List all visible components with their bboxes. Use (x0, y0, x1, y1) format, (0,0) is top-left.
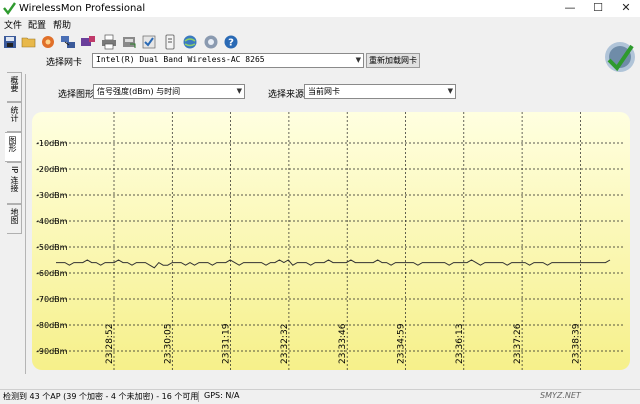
graph-type-select[interactable]: 信号强度(dBm) 与时间 ▼ (93, 84, 245, 99)
x-tick-label: 23:28:52 (105, 324, 115, 364)
minimize-button[interactable]: — (556, 0, 584, 17)
open-folder-icon[interactable] (21, 34, 37, 50)
watermark: SMYZ.NET (540, 391, 581, 400)
graph-source-label: 选择来源 (268, 90, 305, 100)
adapter-select-value: Intel(R) Dual Band Wireless-AC 8265 (96, 55, 265, 64)
y-tick-label: -30dBm (36, 191, 68, 200)
graph-type-label: 选择图形 (58, 90, 95, 100)
menu-file[interactable]: 文件 (4, 18, 22, 31)
app-icon (3, 2, 16, 15)
chevron-down-icon: ▼ (447, 87, 453, 95)
y-tick-label: -90dBm (36, 347, 68, 356)
status-gps: GPS: N/A (204, 391, 240, 400)
y-tick-label: -80dBm (36, 321, 68, 330)
x-tick-label: 23:34:59 (397, 323, 407, 364)
maximize-button[interactable]: ☐ (584, 0, 612, 17)
menu-bar: 文件 配置 帮助 (0, 17, 640, 31)
adapter-label: 选择网卡 (46, 58, 83, 68)
tab-statistics[interactable]: 统计 (7, 102, 22, 132)
graph-panel: 选择图形 信号强度(dBm) 与时间 ▼ 选择来源 当前网卡 ▼ -10dBm -… (25, 74, 640, 374)
title-bar: WirelessMon Professional — ☐ ✕ (0, 0, 640, 17)
adapter-row: 选择网卡 Intel(R) Dual Band Wireless-AC 8265… (0, 52, 600, 68)
save-icon[interactable] (2, 34, 18, 50)
toolbar: ? (0, 32, 600, 52)
y-tick-label: -50dBm (36, 243, 68, 252)
chevron-down-icon: ▼ (236, 87, 242, 95)
y-tick-label: -60dBm (36, 269, 68, 278)
tab-summary[interactable]: 概要 (7, 72, 22, 102)
x-tick-label: 23:32:32 (280, 324, 290, 364)
x-tick-label: 23:30:05 (163, 324, 173, 364)
status-ap-count: 检测到 43 个AP (39 个加密 - 4 个未加密) - 16 个可用 (3, 392, 199, 401)
log-icon[interactable] (162, 34, 178, 50)
print-icon[interactable] (101, 34, 117, 50)
y-tick-label: -10dBm (36, 139, 68, 148)
x-tick-label: 23:33:46 (338, 323, 348, 364)
adapter-select[interactable]: Intel(R) Dual Band Wireless-AC 8265 ▼ (92, 53, 364, 68)
y-tick-label: -40dBm (36, 217, 68, 226)
menu-config[interactable]: 配置 (28, 18, 46, 31)
help-icon[interactable]: ? (223, 34, 239, 50)
adapter-icon[interactable] (80, 34, 96, 50)
check-icon[interactable] (141, 34, 157, 50)
vertical-tab-strip: 概要 统计 图形 IP 连接 地图 (0, 72, 24, 234)
globe-icon[interactable] (182, 34, 198, 50)
status-bar: 检测到 43 个AP (39 个加密 - 4 个未加密) - 16 个可用 GP… (0, 389, 640, 404)
signal-chart-svg: -10dBm -20dBm -30dBm -40dBm -50dBm -60dBm -70d… (32, 112, 630, 370)
tab-map[interactable]: 地图 (7, 204, 22, 234)
network-icon[interactable] (60, 34, 76, 50)
graph-source-select[interactable]: 当前网卡 ▼ (304, 84, 456, 99)
wirelessmon-logo-icon (605, 42, 635, 72)
x-tick-label: 23:38:39 (571, 323, 581, 364)
record-icon[interactable] (40, 34, 56, 50)
graph-type-value: 信号强度(dBm) 与时间 (97, 87, 181, 96)
tab-graph[interactable]: 图形 (5, 132, 22, 162)
export-icon[interactable] (121, 34, 137, 50)
x-tick-label: 23:36:13 (455, 324, 465, 364)
y-tick-label: -20dBm (36, 165, 68, 174)
help-info-icon[interactable] (203, 34, 219, 50)
signal-chart: -10dBm -20dBm -30dBm -40dBm -50dBm -60dBm -70d… (32, 112, 630, 370)
chevron-down-icon: ▼ (355, 56, 361, 64)
reload-adapter-button[interactable]: 重新加载网卡 (366, 53, 420, 68)
x-tick-label: 23:37:26 (513, 323, 523, 364)
close-button[interactable]: ✕ (612, 0, 640, 17)
y-tick-label: -70dBm (36, 295, 68, 304)
chart-background (32, 112, 630, 370)
tab-ip-connections[interactable]: IP 连接 (7, 162, 22, 204)
graph-source-value: 当前网卡 (308, 87, 340, 96)
svg-text:?: ? (228, 38, 234, 49)
x-tick-label: 23:31:19 (222, 323, 232, 364)
window-title: WirelessMon Professional (19, 3, 146, 14)
menu-help[interactable]: 帮助 (53, 18, 71, 31)
status-separator (198, 391, 199, 402)
